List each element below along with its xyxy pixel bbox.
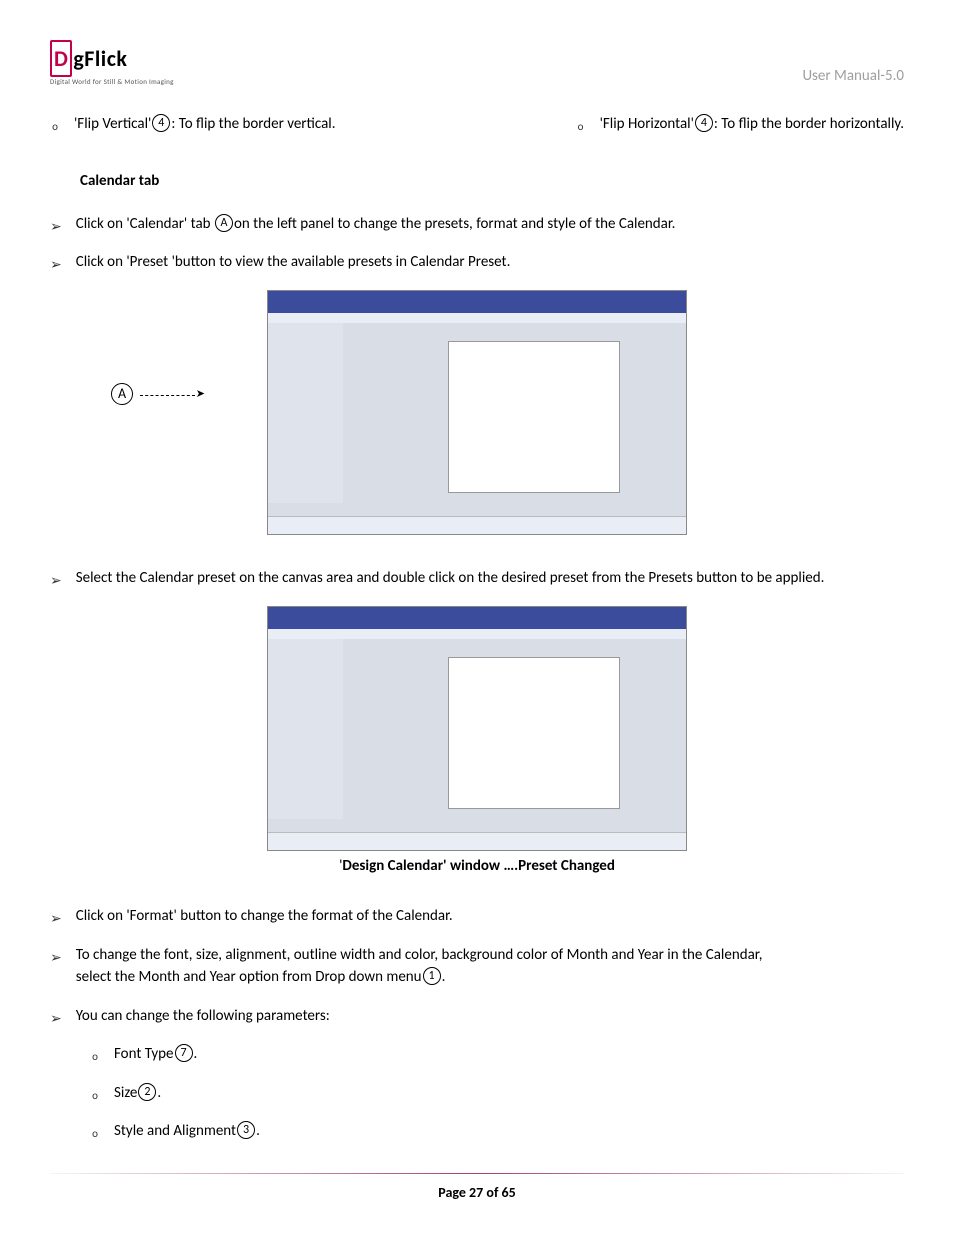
circled-number-icon: 3 [237,1121,255,1139]
page-footer: Page 27 of 65 [50,1182,904,1203]
callout-a-indicator: A [110,385,904,407]
circled-letter-a-icon: A [111,383,133,405]
circle-bullet: o [90,1049,100,1066]
caption-screenshot-2: 'Design Calendar' window ….Preset Change… [50,855,904,878]
footer-divider [50,1173,904,1174]
circle-bullet: o [576,119,586,136]
bullet-change-font: To change the font, size, alignment, out… [76,944,904,989]
circled-number-icon: 4 [152,114,170,132]
flip-vertical-text: 'Flip Vertical'4: To flip the border ver… [74,113,336,136]
circled-number-icon: 4 [695,114,713,132]
logo-tagline: Digital World for Still & Motion Imaging [50,77,174,88]
circle-bullet: o [90,1126,100,1143]
sub-style-alignment: Style and Alignment3. [114,1120,260,1143]
arrow-bullet-icon: ➢ [50,254,62,275]
arrow-bullet-icon: ➢ [50,947,62,968]
circled-number-icon: 2 [138,1083,156,1101]
flip-options-row: o 'Flip Vertical'4: To flip the border v… [50,113,904,136]
bullet-parameters: You can change the following parameters: [76,1005,904,1028]
sub-size: Size2. [114,1082,161,1105]
section-heading-calendar-tab: Calendar tab [80,170,904,193]
arrow-bullet-icon: ➢ [50,908,62,929]
arrow-bullet-icon: ➢ [50,216,62,237]
circle-bullet: o [90,1088,100,1105]
screenshot-design-calendar-1 [267,290,687,535]
arrow-bullet-icon: ➢ [50,1008,62,1029]
circled-letter-icon: A [215,214,233,232]
bullet-format-button: Click on 'Format' button to change the f… [76,905,904,928]
bullet-select-preset: Select the Calendar preset on the canvas… [76,567,904,590]
arrow-bullet-icon: ➢ [50,570,62,591]
circle-bullet: o [50,119,60,136]
circled-number-icon: 1 [423,967,441,985]
manual-version-label: User Manual-5.0 [802,65,904,88]
flip-horizontal-text: 'Flip Horizontal'4: To flip the border h… [600,113,904,136]
bullet-calendar-tab: Click on 'Calendar' tab Aon the left pan… [76,213,904,236]
dashed-arrow-icon [140,395,195,396]
page-header: DgFlick Digital World for Still & Motion… [50,40,904,88]
logo: DgFlick Digital World for Still & Motion… [50,40,174,88]
bullet-preset-button: Click on 'Preset 'button to view the ava… [76,251,904,274]
logo-text: gFlick [73,45,127,72]
sub-font-type: Font Type7. [114,1043,197,1066]
logo-d-box: D [50,40,72,77]
circled-number-icon: 7 [175,1044,193,1062]
screenshot-design-calendar-2 [267,606,687,851]
